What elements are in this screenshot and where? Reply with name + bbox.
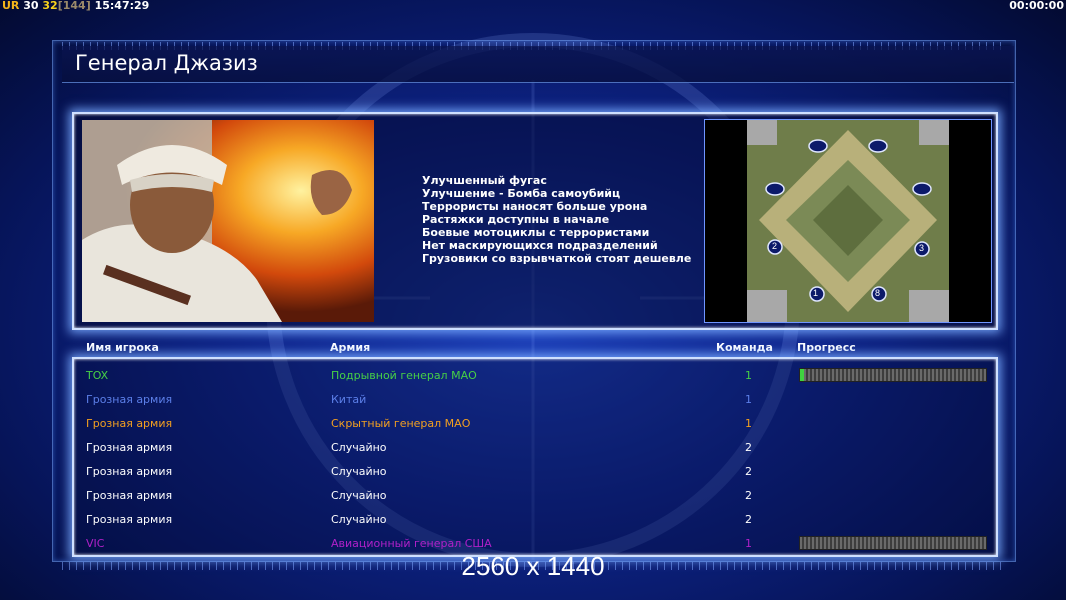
feature-item: Растяжки доступны в начале [422, 213, 610, 226]
general-features-list: Улучшенный фугас Улучшение - Бомба самоу… [422, 174, 691, 265]
player-team: 2 [745, 441, 752, 454]
player-army: Китай [331, 393, 367, 406]
player-team: 2 [745, 465, 752, 478]
feature-item: Боевые мотоциклы с террористами [422, 226, 650, 239]
player-team: 2 [745, 513, 752, 526]
fps-value: 30 [23, 0, 39, 12]
player-name: VIC [86, 537, 105, 550]
feature-item: Нет маскирующихся подразделений [422, 239, 658, 252]
player-army: Случайно [331, 513, 387, 526]
fps-target: 32 [42, 0, 58, 12]
col-header-progress: Прогресс [797, 341, 856, 354]
player-team: 2 [745, 489, 752, 502]
general-portrait-image [82, 120, 374, 322]
table-row: Грозная армия Случайно 2 [74, 459, 996, 483]
table-row: Грозная армия Китай 1 [74, 387, 996, 411]
general-info-panel: Улучшенный фугас Улучшение - Бомба самоу… [72, 112, 998, 330]
player-team: 1 [745, 393, 752, 406]
player-name: Грозная армия [86, 465, 173, 478]
system-clock: 15:47:29 [94, 0, 150, 12]
map-preview: 1 2 3 8 [704, 119, 992, 323]
load-progress-bar [799, 536, 987, 550]
player-army: Авиационный генерал США [331, 537, 492, 550]
debug-overlay: UR 30 32[144] 15:47:29 [2, 0, 149, 12]
col-header-army: Армия [330, 341, 371, 354]
player-name: Грозная армия [86, 513, 173, 526]
player-team: 1 [745, 369, 752, 382]
feature-item: Грузовики со взрывчаткой стоят дешевле [422, 252, 692, 265]
player-team: 1 [745, 417, 752, 430]
progress-fill [800, 369, 804, 381]
player-name: Грозная армия [86, 393, 173, 406]
table-row: Грозная армия Случайно 2 [74, 435, 996, 459]
player-name: Грозная армия [86, 489, 173, 502]
game-timer: 00:00:00 [1009, 0, 1064, 12]
start-slot-label: 1 [813, 288, 819, 298]
table-row: Грозная армия Скрытный генерал МАО 1 [74, 411, 996, 435]
player-army: Скрытный генерал МАО [331, 417, 471, 430]
table-row: Грозная армия Случайно 2 [74, 507, 996, 531]
ur-label: UR [2, 0, 20, 12]
player-name: Грозная армия [86, 417, 173, 430]
feature-item: Террористы наносят больше урона [422, 200, 648, 213]
resolution-label: 2560 x 1440 [461, 551, 605, 581]
player-army: Подрывной генерал МАО [331, 369, 477, 382]
start-slot-label: 8 [875, 288, 881, 298]
feature-item: Улучшение - Бомба самоубийц [422, 187, 621, 200]
col-header-team: Команда [716, 341, 773, 354]
title-bar: Генерал Джазиз [62, 46, 1014, 83]
general-title: Генерал Джазиз [75, 51, 258, 75]
player-name: TOX [86, 369, 109, 382]
load-progress-bar [799, 368, 987, 382]
player-team: 1 [745, 537, 752, 550]
minimap [747, 120, 949, 322]
start-slot-label: 2 [772, 241, 778, 251]
start-slot-label: 3 [919, 243, 925, 253]
player-army: Случайно [331, 465, 387, 478]
players-table: TOX Подрывной генерал МАО 1 Грозная арми… [72, 357, 998, 557]
table-row: TOX Подрывной генерал МАО 1 [74, 363, 996, 387]
player-army: Случайно [331, 441, 387, 454]
player-army: Случайно [331, 489, 387, 502]
portrait-illustration [82, 120, 374, 322]
frame-count: [144] [57, 0, 91, 12]
col-header-player: Имя игрока [86, 341, 159, 354]
table-row: Грозная армия Случайно 2 [74, 483, 996, 507]
player-name: Грозная армия [86, 441, 173, 454]
feature-item: Улучшенный фугас [422, 174, 547, 187]
